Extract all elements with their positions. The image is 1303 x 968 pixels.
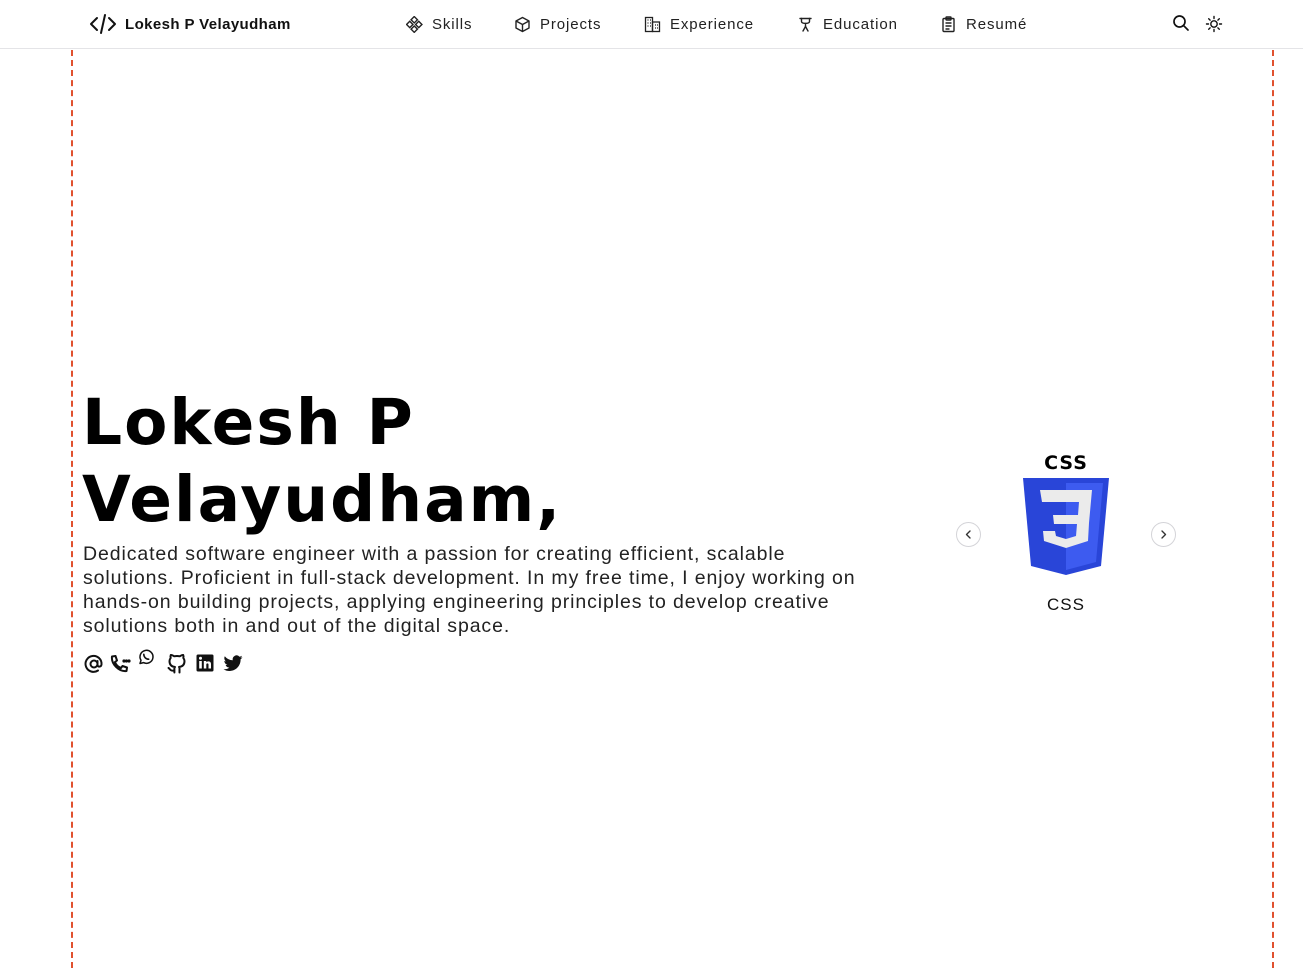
github-icon: [166, 652, 188, 674]
top-navigation-bar: Lokesh P Velayudham Skills Projects Expe…: [0, 0, 1303, 49]
sun-icon: [1205, 15, 1223, 33]
left-guide-line: [71, 50, 73, 968]
nav-label-skills: Skills: [432, 15, 473, 33]
linkedin-link[interactable]: [194, 652, 216, 674]
chevron-right-icon: [1158, 529, 1169, 540]
brand-link[interactable]: Lokesh P Velayudham: [89, 12, 291, 36]
hero-name-line-2: Velayudham,: [82, 463, 563, 536]
nav-label-projects: Projects: [540, 15, 602, 33]
nav-label-experience: Experience: [670, 15, 755, 33]
chevron-left-icon: [963, 529, 974, 540]
nav-item-skills[interactable]: Skills: [406, 11, 472, 37]
right-guide-line: [1272, 50, 1274, 968]
hero-name: Lokesh P Velayudham,: [82, 384, 842, 538]
whatsapp-icon: [137, 648, 155, 666]
email-link[interactable]: [83, 652, 105, 674]
skill-label: CSS: [1047, 595, 1085, 614]
nav-label-education: Education: [823, 15, 898, 33]
phone-icon: [109, 652, 131, 674]
code-brackets-icon: [89, 12, 117, 36]
theme-toggle-button[interactable]: [1205, 15, 1223, 33]
search-button[interactable]: [1172, 14, 1190, 32]
nav-item-experience[interactable]: Experience: [644, 11, 754, 37]
hero-name-line-1: Lokesh P: [82, 386, 415, 459]
academic-icon: [797, 16, 814, 33]
at-sign-icon: [83, 652, 105, 674]
nav-item-projects[interactable]: Projects: [514, 11, 601, 37]
nodes-icon: [406, 15, 423, 33]
twitter-link[interactable]: [222, 652, 244, 674]
linkedin-icon: [194, 652, 216, 674]
css-logo-text: CSS: [1044, 452, 1088, 474]
search-icon: [1172, 14, 1190, 32]
building-icon: [644, 16, 661, 33]
carousel-prev-button[interactable]: [956, 522, 981, 547]
phone-link[interactable]: [109, 652, 131, 674]
nav-item-resume[interactable]: Resumé: [940, 11, 1027, 37]
brand-name: Lokesh P Velayudham: [125, 15, 291, 33]
hero-bio: Dedicated software engineer with a passi…: [83, 543, 856, 637]
nav-label-resume: Resumé: [966, 15, 1028, 33]
nav-item-education[interactable]: Education: [797, 11, 898, 37]
whatsapp-link[interactable]: [137, 648, 155, 666]
carousel-next-button[interactable]: [1151, 522, 1176, 547]
clipboard-icon: [940, 15, 957, 33]
github-link[interactable]: [166, 652, 188, 674]
skill-carousel-slide: CSS CSS: [1014, 452, 1118, 622]
twitter-icon: [222, 652, 244, 674]
cube-icon: [514, 16, 531, 33]
css3-logo: CSS: [1022, 452, 1110, 576]
